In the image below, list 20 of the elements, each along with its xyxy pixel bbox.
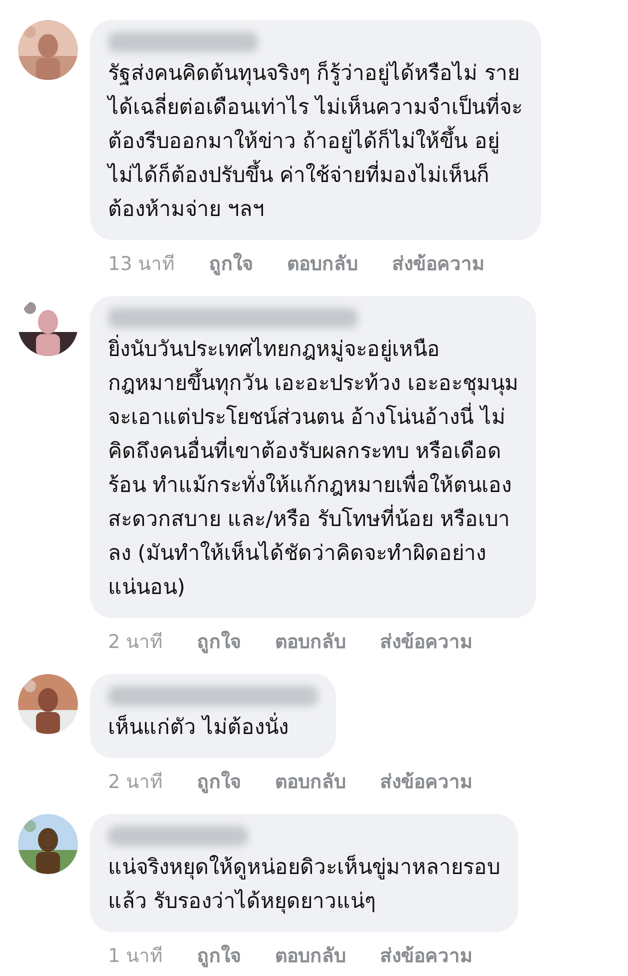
comment-action-link[interactable]: ส่งข้อความ — [380, 766, 474, 796]
comment-text: รัฐส่งคนคิดต้นทุนจริงๆ ก็รู้ว่าอยู่ได้หรือไม่ ราย ได้เฉลี่ยต่อเดือนเท่าไร ไม่เห็นความจำเป็นที่จะ ต้องรีบออกมาให้ข่าว ถ้าอยู่ได้ก็ไม่ให้ขึ้น อยู่ ไม่ได้ก็ต้องปรับขึ้น ค่าใช้จ่ายที่มองไม่เห็นก็ ต้องห้ามจ่าย ฯลฯ — [108, 60, 523, 223]
comment-action-link[interactable]: ตอบกลับ — [275, 766, 346, 796]
comment-action-link[interactable]: ถูกใจ — [197, 626, 242, 656]
comment-action-link[interactable]: ตอบกลับ — [275, 940, 346, 970]
comment-action-link[interactable]: ตอบกลับ — [287, 248, 358, 278]
comment-text: ยิ่งนับวันประเทศไทยกฎหมู่จะอยู่เหนือ กฎหมายขึ้นทุกวัน เอะอะประท้วง เอะอะชุมนุม จะเอาแต่ประโยชน์ส่วนตน อ้างโน่นอ้างนี่ ไม่ คิดถึงคนอื่นที่เขาต้องรับผลกระทบ หรือเดือด ร้อน ทำแม้กระทั่งให้แก้กฎหมายเพื่อให้ตนเอง สะดวกสบาย และ/หรือ รับโทษที่น้อย หรือเบา ลง (มันทำให้เห็นได้ชัดว่าคิดจะทำผิดอย่าง แน่นอน) — [108, 332, 518, 604]
comment-text: เห็นแก่ตัว ไม่ต้องนั่ง — [108, 710, 318, 744]
comment-time: 1 นาที — [108, 944, 164, 969]
comment-action-link[interactable]: ส่งข้อความ — [392, 248, 486, 278]
comment-action-link[interactable]: ส่งข้อความ — [380, 626, 474, 656]
comment-time: 13 นาที — [108, 252, 176, 277]
comment-action-link[interactable]: ถูกใจ — [197, 766, 242, 796]
comment-action-link[interactable]: ถูกใจ — [209, 248, 254, 278]
comment-action-link[interactable]: ตอบกลับ — [275, 626, 346, 656]
comment-time: 2 นาที — [108, 630, 164, 655]
comment-action-link[interactable]: ถูกใจ — [197, 940, 242, 970]
comment-text: แน่จริงหยุดให้ดูหน่อยดิวะเห็นขู่มาหลายรอบ แล้ว รับรองว่าได้หยุดยาวแน่ๆ — [108, 854, 500, 916]
comment-action-link[interactable]: ส่งข้อความ — [380, 940, 474, 970]
comment-time: 2 นาที — [108, 770, 164, 795]
